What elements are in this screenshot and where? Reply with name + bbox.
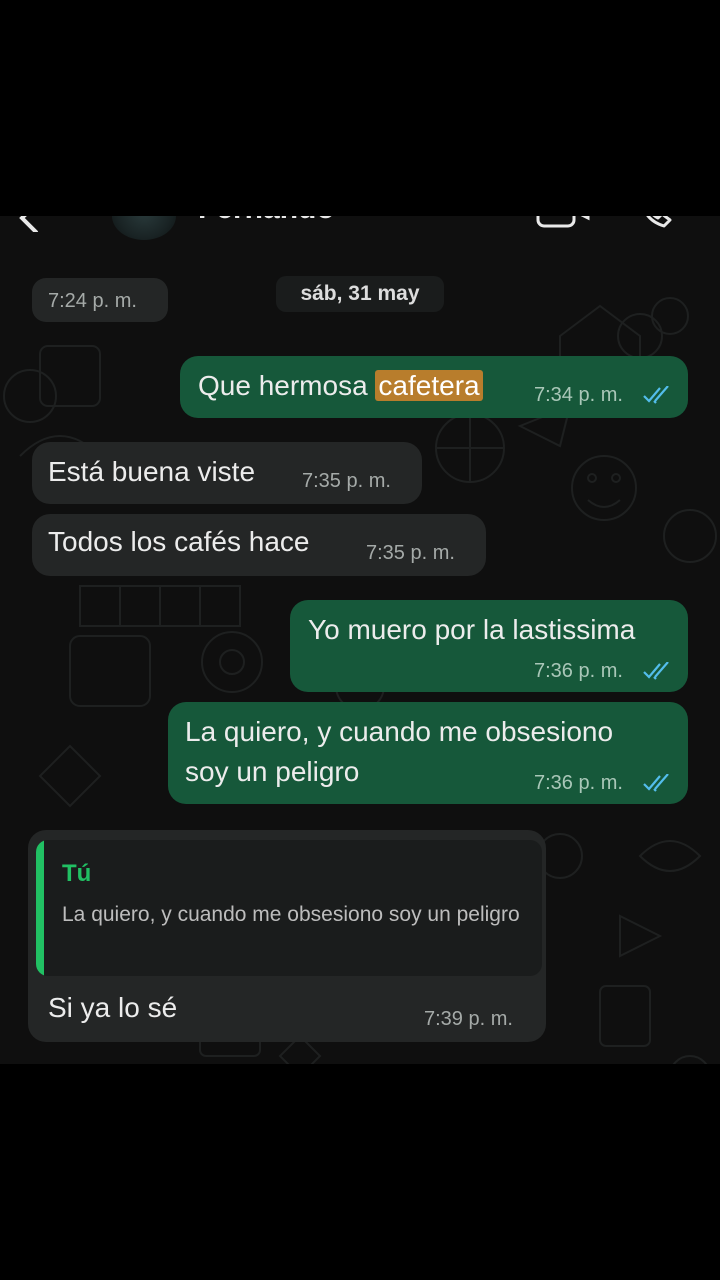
message-text: Yo muero por la lastissima [308, 614, 636, 645]
video-call-icon[interactable] [536, 216, 590, 230]
message-time: 7:35 p. m. [366, 542, 455, 564]
message-time: 7:34 p. m. [534, 384, 623, 406]
outgoing-message-bubble[interactable]: Yo muero por la lastissima 7:36 p. m. [290, 600, 688, 692]
reply-text: La quiero, y cuando me obsesiono soy un … [62, 903, 520, 926]
read-ticks-icon [643, 662, 669, 680]
contact-name[interactable]: Fernando [198, 216, 335, 226]
message-time: 7:36 p. m. [534, 772, 623, 794]
search-highlight: cafetera [375, 370, 483, 401]
message-text: Está buena viste [48, 456, 256, 487]
message-text-line-1: La quiero, y cuando me obsesiono [185, 716, 614, 747]
avatar[interactable] [112, 216, 176, 240]
message-time: 7:24 p. m. [48, 290, 137, 312]
incoming-message-bubble[interactable]: 7:24 p. m. [32, 278, 168, 322]
message-text: Si ya lo sé [48, 992, 178, 1023]
message-text-prefix: Que hermosa [198, 370, 376, 401]
incoming-message-bubble[interactable]: Está buena viste 7:35 p. m. [32, 442, 422, 504]
reply-accent-bar [36, 840, 44, 976]
message-text: Todos los cafés hace [48, 526, 310, 557]
message-time: 7:39 p. m. [424, 1008, 513, 1030]
voice-call-icon[interactable] [636, 216, 676, 230]
back-icon[interactable] [14, 216, 44, 232]
message-time: 7:35 p. m. [302, 470, 391, 492]
message-text: Que hermosa cafetera [198, 370, 483, 402]
header-partial: Fernando [0, 216, 720, 250]
read-ticks-icon [643, 774, 669, 792]
message-text-line-2: soy un peligro [185, 756, 360, 787]
date-separator: sáb, 31 may [276, 276, 444, 312]
message-time: 7:36 p. m. [534, 660, 623, 682]
outgoing-message-bubble[interactable]: La quiero, y cuando me obsesiono soy un … [168, 702, 688, 804]
outgoing-message-bubble[interactable]: Que hermosa cafetera 7:34 p. m. [180, 356, 688, 418]
read-ticks-icon [643, 386, 669, 404]
reply-quote[interactable]: Tú La quiero, y cuando me obsesiono soy … [36, 840, 542, 976]
incoming-message-bubble[interactable]: Todos los cafés hace 7:35 p. m. [32, 514, 486, 576]
reply-author: Tú [62, 860, 92, 887]
chat-area[interactable]: Fernando 7:24 p. m. sáb, 31 may Que herm… [0, 216, 720, 1064]
